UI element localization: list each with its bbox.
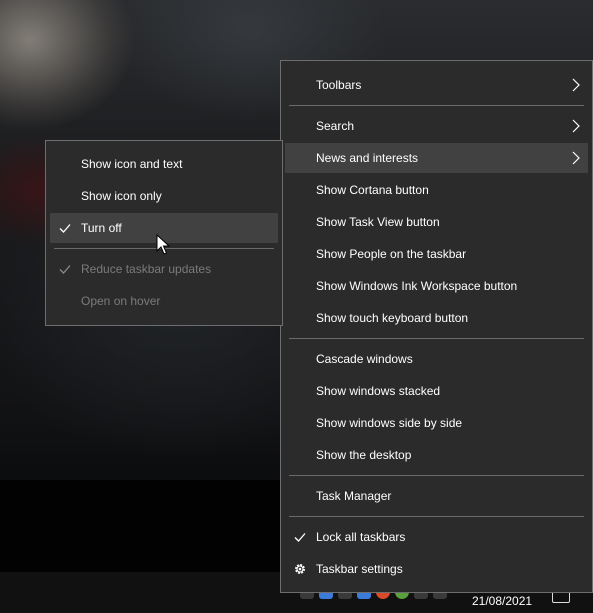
menu-separator [289, 338, 584, 339]
menu-item-label: Show icon and text [81, 157, 183, 171]
mouse-cursor-icon [156, 234, 170, 255]
menu-item-search[interactable]: Search [285, 111, 588, 141]
checkmark-icon [294, 533, 306, 542]
menu-item-label: Search [316, 119, 355, 133]
menu-item-cascade-windows[interactable]: Cascade windows [285, 344, 588, 374]
menu-item-label: Show icon only [81, 189, 162, 203]
menu-item-label: News and interests [316, 151, 419, 165]
menu-item-toolbars[interactable]: Toolbars [285, 70, 588, 100]
menu-item-windows-stacked[interactable]: Show windows stacked [285, 376, 588, 406]
checkmark-icon [59, 265, 71, 274]
menu-item-label: Cascade windows [316, 352, 413, 366]
menu-item-label: Turn off [81, 221, 122, 235]
submenu-item-show-icon-and-text[interactable]: Show icon and text [50, 149, 278, 179]
menu-separator [289, 475, 584, 476]
submenu-item-open-on-hover: Open on hover [50, 286, 278, 316]
menu-item-label: Reduce taskbar updates [81, 262, 212, 276]
menu-item-label: Show Cortana button [316, 183, 429, 197]
menu-item-label: Show People on the taskbar [316, 247, 467, 261]
menu-item-label: Show windows stacked [316, 384, 441, 398]
checkmark-icon [59, 224, 71, 233]
menu-item-show-touch-keyboard[interactable]: Show touch keyboard button [285, 303, 588, 333]
menu-item-label: Show Task View button [316, 215, 440, 229]
menu-item-news-and-interests[interactable]: News and interests [285, 143, 588, 173]
chevron-right-icon [572, 151, 580, 165]
menu-item-lock-all-taskbars[interactable]: Lock all taskbars [285, 522, 588, 552]
menu-item-show-desktop[interactable]: Show the desktop [285, 440, 588, 470]
menu-item-label: Task Manager [316, 489, 392, 503]
menu-item-label: Show windows side by side [316, 416, 463, 430]
menu-item-show-cortana-button[interactable]: Show Cortana button [285, 175, 588, 205]
menu-separator [289, 105, 584, 106]
news-and-interests-submenu: Show icon and text Show icon only Turn o… [45, 140, 283, 326]
taskbar-context-menu: Toolbars Search News and interests Show … [280, 60, 593, 593]
menu-item-show-task-view-button[interactable]: Show Task View button [285, 207, 588, 237]
chevron-right-icon [572, 78, 580, 92]
menu-item-label: Lock all taskbars [316, 530, 406, 544]
menu-item-task-manager[interactable]: Task Manager [285, 481, 588, 511]
menu-item-label: Show touch keyboard button [316, 311, 469, 325]
menu-item-windows-side-by-side[interactable]: Show windows side by side [285, 408, 588, 438]
submenu-item-reduce-taskbar-updates: Reduce taskbar updates [50, 254, 278, 284]
menu-item-show-people[interactable]: Show People on the taskbar [285, 239, 588, 269]
clock-date[interactable]: 21/08/2021 [472, 594, 532, 608]
menu-item-show-ink-workspace[interactable]: Show Windows Ink Workspace button [285, 271, 588, 301]
menu-item-label: Show the desktop [316, 448, 412, 462]
gear-icon [295, 564, 305, 574]
menu-item-taskbar-settings[interactable]: Taskbar settings [285, 554, 588, 584]
menu-item-label: Show Windows Ink Workspace button [316, 279, 518, 293]
submenu-item-show-icon-only[interactable]: Show icon only [50, 181, 278, 211]
menu-item-label: Open on hover [81, 294, 161, 308]
chevron-right-icon [572, 119, 580, 133]
menu-separator [289, 516, 584, 517]
menu-item-label: Taskbar settings [316, 562, 403, 576]
menu-item-label: Toolbars [316, 78, 362, 92]
